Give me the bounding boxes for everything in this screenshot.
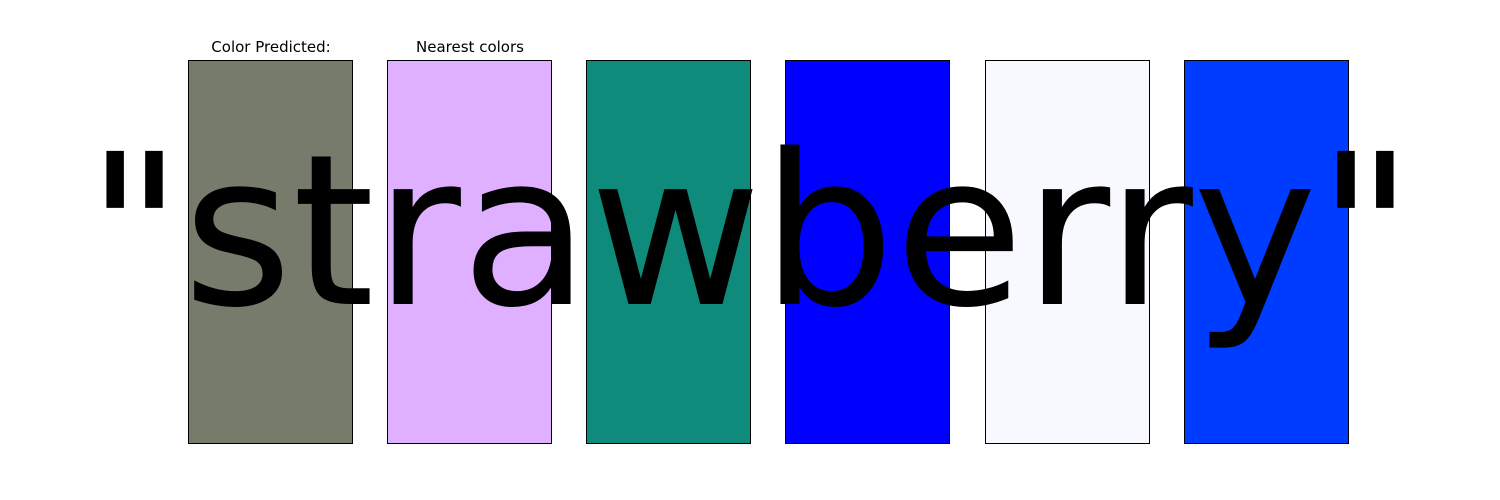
nearest-color-swatch-1 [387, 60, 552, 444]
nearest-color-swatch-4 [985, 60, 1150, 444]
nearest-color-swatch-2 [586, 60, 751, 444]
nearest-color-swatch-5 [1184, 60, 1349, 444]
nearest-color-swatch-3 [785, 60, 950, 444]
predicted-color-label: Color Predicted: [211, 38, 331, 56]
predicted-color-swatch [188, 60, 353, 444]
nearest-colors-label: Nearest colors [416, 38, 524, 56]
